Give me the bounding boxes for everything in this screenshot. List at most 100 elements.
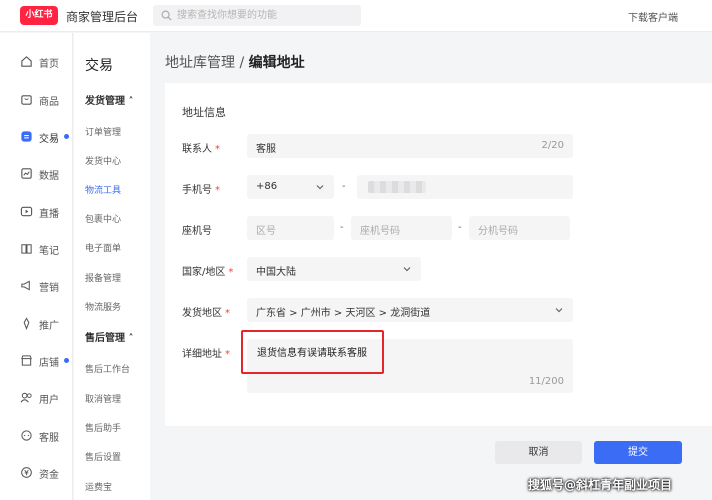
nav-item-note[interactable]: 笔记 (0, 237, 73, 261)
chevron-down-icon (403, 267, 411, 272)
sub-sidebar: 交易 发货管理 ˄ 订单管理 发货中心 物流工具 包裹中心 电子面单 报备管理 … (74, 33, 150, 500)
notification-dot (64, 134, 69, 139)
nav-item-product[interactable]: 商品 (0, 88, 73, 112)
store-icon (21, 355, 32, 366)
required-mark: * (215, 185, 220, 196)
dash: - (340, 222, 344, 233)
area-code-input[interactable]: 区号 (247, 216, 334, 240)
nav-label: 数据 (39, 171, 59, 182)
sub-item-package-center[interactable]: 包裹中心 (85, 212, 121, 225)
sub-sidebar-title: 交易 (85, 58, 113, 74)
money-icon (21, 467, 32, 478)
nav-item-marketing[interactable]: 营销 (0, 274, 73, 298)
address-label: 详细地址 * (182, 349, 230, 360)
sub-item-after-sales-assistant[interactable]: 售后助手 (85, 421, 121, 434)
address-form-card: 地址信息 联系人 * 客服 2/20 手机号 * +86 - 座机号 区号 - 座机… (165, 83, 712, 426)
promote-icon (23, 317, 30, 330)
nav-label: 店铺 (39, 358, 59, 369)
phone-code-value: +86 (256, 181, 278, 192)
live-icon (20, 206, 33, 217)
nav-item-promote[interactable]: 推广 (0, 312, 73, 336)
sub-item-logistics-tools[interactable]: 物流工具 (85, 183, 121, 196)
contact-input[interactable]: 客服 2/20 (247, 134, 573, 158)
nav-item-money[interactable]: 资金 (0, 461, 73, 485)
highlight-annotation: 退货信息有误请联系客服 (241, 330, 384, 374)
required-mark: * (225, 308, 230, 319)
service-icon (21, 430, 32, 441)
trade-icon (21, 131, 32, 142)
country-value: 中国大陆 (256, 267, 296, 278)
sub-item-logistics-service[interactable]: 物流服务 (85, 300, 121, 313)
breadcrumb: 地址库管理 / 编辑地址 (165, 52, 305, 72)
region-value: 广东省 > 广州市 > 天河区 > 龙洞街道 (256, 308, 431, 319)
region-label: 发货地区 * (182, 308, 230, 319)
search-icon (161, 10, 172, 21)
nav-item-store[interactable]: 店铺 (0, 349, 73, 373)
nav-label: 商品 (39, 97, 59, 108)
app-title: 商家管理后台 (66, 10, 139, 24)
watermark: 搜狐号@斜杠青年副业项目 (528, 478, 673, 492)
submit-button[interactable]: 提交 (594, 441, 682, 464)
dash: - (458, 222, 462, 233)
brand-logo[interactable]: 小红书 (20, 6, 58, 25)
user-icon (20, 392, 32, 403)
phone-code-select[interactable]: +86 (247, 175, 334, 199)
nav-item-home[interactable]: 首页 (0, 50, 73, 74)
notification-dot (64, 358, 69, 363)
address-value: 退货信息有误请联系客服 (257, 348, 367, 359)
extension-placeholder: 分机号码 (478, 226, 518, 237)
region-select[interactable]: 广东省 > 广州市 > 天河区 > 龙洞街道 (247, 298, 573, 322)
nav-label: 交易 (39, 134, 59, 145)
nav-label: 首页 (39, 59, 59, 70)
chart-icon (21, 168, 32, 179)
section-title: 地址信息 (182, 106, 226, 119)
landline-placeholder: 座机号码 (360, 226, 400, 237)
blurred-phone-number (368, 181, 426, 193)
home-icon (21, 56, 32, 67)
nav-label: 笔记 (39, 246, 59, 257)
sub-item-cancel-manage[interactable]: 取消管理 (85, 392, 121, 405)
nav-label: 直播 (39, 209, 59, 220)
sub-item-orders[interactable]: 订单管理 (85, 125, 121, 138)
nav-label: 客服 (39, 433, 59, 444)
search-input[interactable] (177, 7, 357, 24)
dash: - (342, 181, 346, 192)
extension-input[interactable]: 分机号码 (469, 216, 570, 240)
megaphone-icon (21, 280, 30, 291)
breadcrumb-parent[interactable]: 地址库管理 / (165, 55, 249, 71)
note-icon (21, 244, 32, 254)
sub-group-shipping[interactable]: 发货管理 ˄ (85, 92, 133, 107)
country-select[interactable]: 中国大陆 (247, 257, 421, 281)
sub-item-shipping-center[interactable]: 发货中心 (85, 154, 121, 167)
country-label: 国家/地区 * (182, 267, 234, 278)
contact-label: 联系人 * (182, 144, 220, 155)
cancel-button[interactable]: 取消 (495, 441, 582, 464)
download-client-link[interactable]: 下载客户端 (628, 9, 678, 24)
phone-number-input[interactable] (357, 175, 573, 199)
nav-label: 推广 (39, 321, 59, 332)
sub-group-after-sales[interactable]: 售后管理 ˄ (85, 329, 133, 344)
contact-char-count: 2/20 (541, 140, 564, 151)
nav-item-trade[interactable]: 交易 (0, 125, 73, 149)
sub-item-report[interactable]: 报备管理 (85, 271, 121, 284)
product-icon (21, 95, 32, 105)
required-mark: * (228, 267, 234, 278)
breadcrumb-current: 编辑地址 (248, 55, 305, 71)
nav-label: 用户 (39, 395, 59, 406)
nav-item-service[interactable]: 客服 (0, 424, 73, 448)
sub-item-e-waybill[interactable]: 电子面单 (85, 241, 121, 254)
top-bar: 小红书 商家管理后台 下载客户端 (0, 0, 712, 32)
phone-label: 手机号 * (182, 185, 220, 196)
nav-label: 资金 (39, 470, 59, 481)
landline-number-input[interactable]: 座机号码 (351, 216, 452, 240)
sub-item-after-sales-settings[interactable]: 售后设置 (85, 450, 121, 463)
nav-item-live[interactable]: 直播 (0, 200, 73, 224)
sub-item-after-sales-desk[interactable]: 售后工作台 (85, 362, 130, 375)
area-code-placeholder: 区号 (256, 226, 276, 237)
search-box[interactable] (153, 5, 361, 26)
nav-item-user[interactable]: 用户 (0, 386, 73, 410)
nav-item-data[interactable]: 数据 (0, 162, 73, 186)
chevron-down-icon (316, 185, 324, 190)
sub-item-freight-insurance[interactable]: 运费宝 (85, 480, 112, 493)
required-mark: * (225, 349, 230, 360)
